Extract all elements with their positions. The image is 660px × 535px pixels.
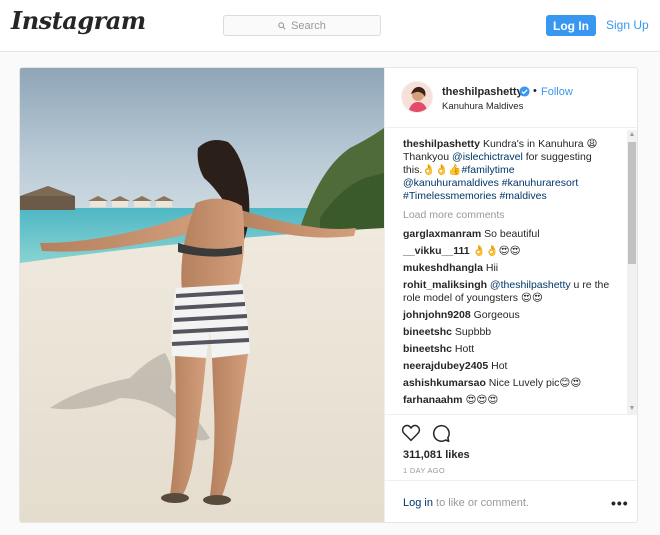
comment-item: bineetshc Hott [403,343,475,355]
avatar[interactable] [401,81,433,113]
search-placeholder: Search [291,19,326,32]
comment-icon[interactable] [431,424,450,443]
post-sidebar: theshilpashetty • Follow Kanuhura Maldiv… [384,68,637,522]
load-more-comments[interactable]: Load more comments [403,209,625,222]
instagram-logo[interactable]: Instagram [11,6,146,35]
comments-scrollbar[interactable]: ▲ ▼ [627,130,637,414]
post-actions: 311,081 likes 1 DAY AGO [385,414,637,480]
mention-link[interactable]: @islechictravel [452,151,523,163]
beach-photo [20,68,384,522]
post-header: theshilpashetty • Follow Kanuhura Maldiv… [385,68,637,128]
comment-item: garglaxmanram So beautiful [403,228,540,240]
comment-item: ashishkumarsao Nice Luvely pic😊😍 [403,377,582,389]
comment-item: farhanaahm 😍😍😍 [403,394,499,406]
scroll-down-arrow-icon[interactable]: ▼ [627,404,637,414]
location-link[interactable]: Kanuhura Maldives [442,101,523,112]
scroll-up-arrow-icon[interactable]: ▲ [627,130,637,140]
top-nav: Instagram Search Log In Sign Up [0,0,660,52]
post-timestamp[interactable]: 1 DAY AGO [403,466,445,475]
comment-item: __vikku__111 👌👌😍😍 [403,245,521,257]
caption-author[interactable]: theshilpashetty [403,138,480,150]
comment-item: mukeshdhangla Hii [403,262,499,274]
hashtag-link[interactable]: #Timelessmemories #maldives [403,190,547,202]
more-options-icon[interactable]: ••• [611,495,629,511]
likes-count[interactable]: 311,081 likes [403,449,470,461]
comment-item: neerajdubey2405 Hot [403,360,508,372]
scroll-thumb[interactable] [628,142,636,264]
post-card: theshilpashetty • Follow Kanuhura Maldiv… [19,67,638,523]
signup-link[interactable]: Sign Up [606,18,649,32]
hashtag-link[interactable]: @kanuhuramaldives #kanuhuraresort [403,177,578,189]
separator-dot: • [533,85,537,97]
comment-item: bineetshc Supbbb [403,326,492,338]
follow-button[interactable]: Follow [541,86,573,98]
footer-login-link[interactable]: Log in [403,497,433,509]
verified-badge-icon [519,86,530,97]
username-link[interactable]: theshilpashetty [442,86,523,98]
login-prompt: Log in to like or comment. [403,497,529,509]
heart-icon[interactable] [401,424,421,442]
comment-item: rohit_maliksingh @theshilpashetty u re t… [403,279,610,304]
hashtag-link[interactable]: #familytime [461,164,514,176]
comment-item: johnjohn9208 Gorgeous [403,309,520,321]
login-button[interactable]: Log In [546,15,596,36]
caption: theshilpashetty Kundra's in Kanuhura 😩 T… [403,138,598,202]
post-photo[interactable] [20,68,384,522]
search-input[interactable]: Search [223,15,381,36]
post-footer: Log in to like or comment. ••• [385,480,637,522]
comments-list[interactable]: theshilpashetty Kundra's in Kanuhura 😩 T… [385,129,637,414]
search-icon [278,21,286,30]
